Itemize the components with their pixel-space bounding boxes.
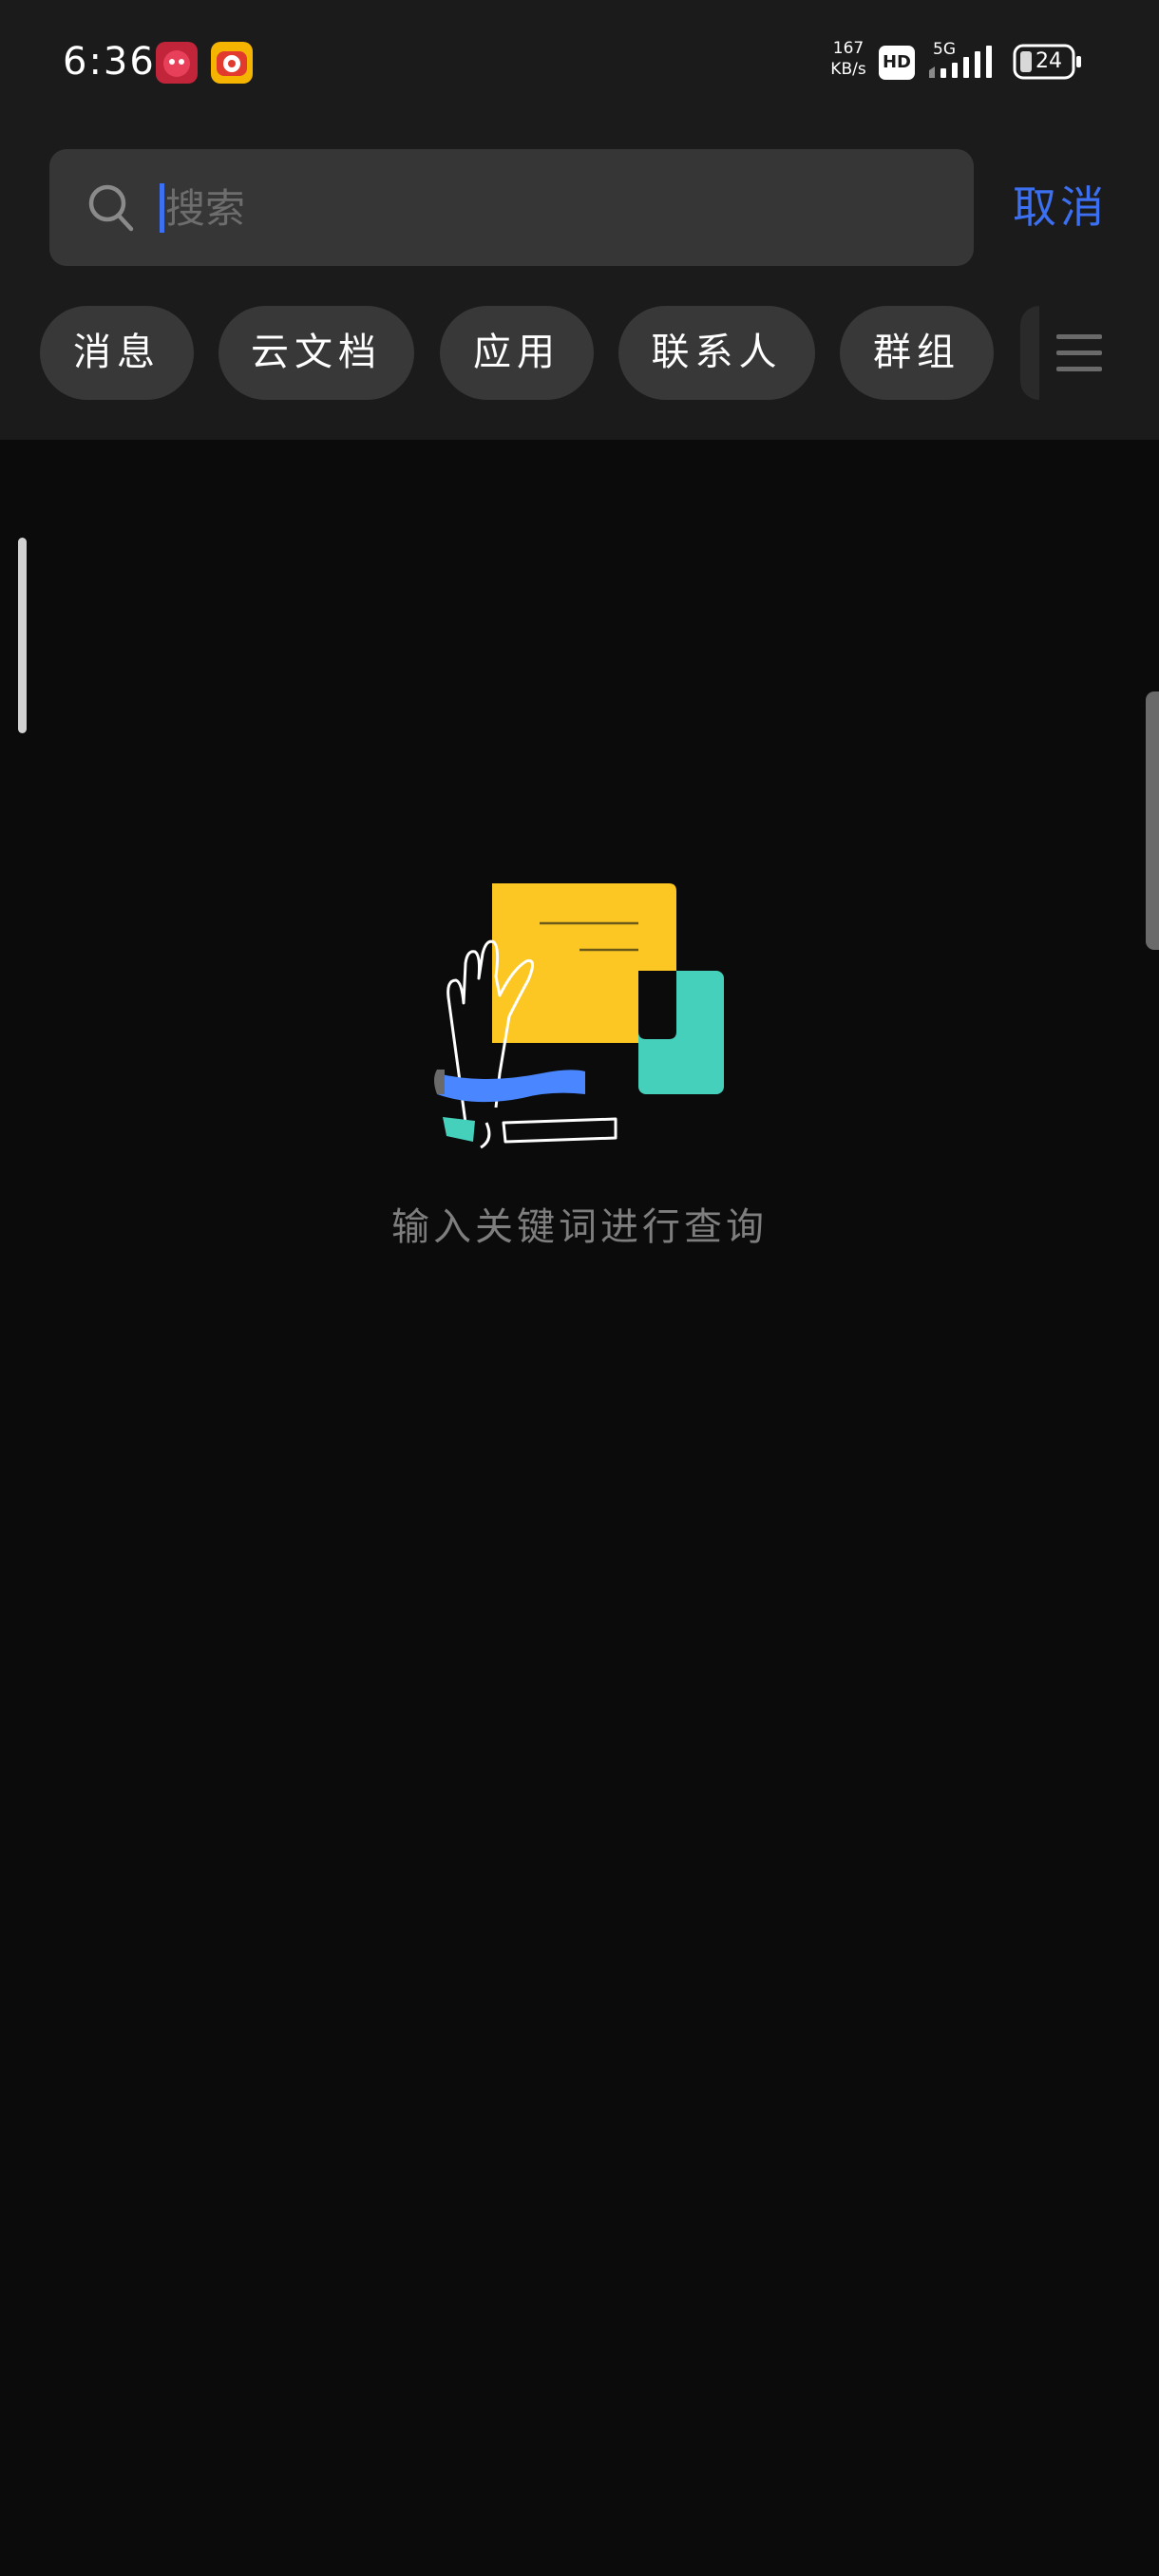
hd-badge: HD (879, 46, 915, 80)
network-speed-unit: KB/s (830, 60, 866, 79)
status-time: 6:36 (63, 40, 156, 84)
header: 6:36 167 KB/s HD 5G 24 搜索 取消 消息 云文档 应用 联… (0, 0, 1159, 440)
chip-cloud-docs[interactable]: 云文档 (218, 306, 414, 400)
screen: 6:36 167 KB/s HD 5G 24 搜索 取消 消息 云文档 应用 联… (0, 0, 1159, 2576)
chip-overflow (1020, 306, 1039, 400)
search-input[interactable] (165, 170, 944, 246)
chip-groups[interactable]: 群组 (840, 306, 994, 400)
notification-app-icon (211, 42, 253, 84)
network-speed-value: 167 (832, 39, 864, 58)
search-icon (88, 184, 134, 232)
cancel-button[interactable]: 取消 (1013, 177, 1108, 237)
chip-messages[interactable]: 消息 (40, 306, 194, 400)
chip-contacts[interactable]: 联系人 (618, 306, 815, 400)
empty-state-illustration (434, 883, 724, 1149)
chip-apps[interactable]: 应用 (440, 306, 594, 400)
search-box[interactable] (49, 149, 974, 266)
menu-icon[interactable] (1053, 332, 1106, 374)
notification-app-icon (156, 42, 198, 84)
side-drawer-handle[interactable] (1146, 691, 1159, 950)
signal-icon (929, 46, 992, 78)
scroll-indicator (18, 538, 27, 733)
battery-level: 24 (1036, 49, 1062, 73)
network-speed: 167 KB/s (825, 38, 872, 80)
empty-state-text: 输入关键词进行查询 (391, 1205, 768, 1249)
text-caret (160, 183, 164, 233)
